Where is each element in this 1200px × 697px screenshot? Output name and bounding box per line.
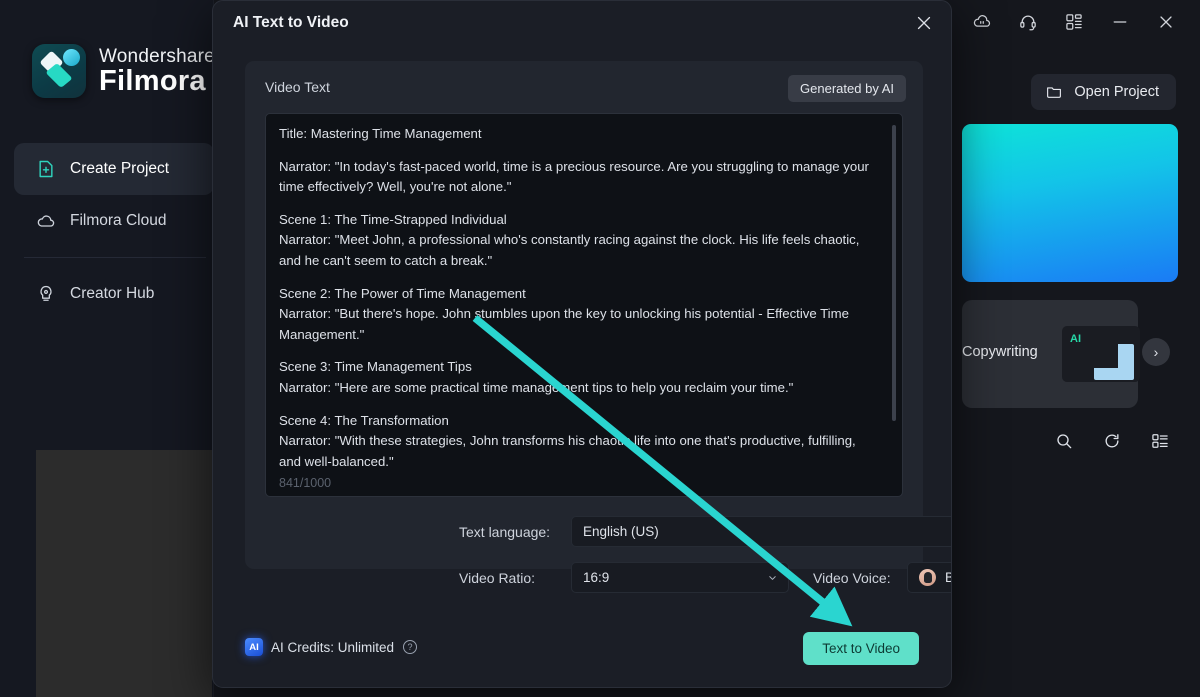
video-ratio-select[interactable]: 16:9 bbox=[571, 562, 789, 593]
close-icon[interactable] bbox=[913, 12, 935, 34]
dialog-title: AI Text to Video bbox=[233, 14, 349, 31]
creator-hub-icon bbox=[40, 285, 52, 301]
video-voice-field: Video Voice: Bella bbox=[813, 562, 951, 593]
dialog-footer: AI AI Credits: Unlimited ? Text to Video bbox=[213, 609, 951, 687]
brand-product-name: Filmora bbox=[99, 64, 206, 97]
scrollbar-thumb[interactable] bbox=[892, 125, 896, 421]
sidebar-item-create-project[interactable]: Create Project bbox=[14, 143, 214, 195]
panel-header: Video Text Generated by AI bbox=[245, 61, 923, 113]
text-language-field: Text language: English (US) bbox=[459, 516, 951, 547]
script-block: Title: Mastering Time Management bbox=[279, 124, 876, 145]
brand-logo-block: Wondershare Filmora bbox=[32, 44, 215, 98]
script-line: Narrator: "In today's fast-paced world, … bbox=[279, 158, 869, 195]
apps-grid-icon[interactable] bbox=[1064, 12, 1084, 32]
script-line: Scene 3: Time Management Tips bbox=[279, 359, 472, 375]
script-line: Scene 4: The Transformation bbox=[279, 412, 449, 428]
script-line: Narrator: "But there's hope. John stumbl… bbox=[279, 306, 849, 342]
filmora-logo-icon bbox=[32, 44, 86, 98]
script-line: Scene 2: The Power of Time Management bbox=[279, 285, 526, 301]
promo-ai-badge: AI bbox=[1070, 333, 1081, 345]
close-window-icon[interactable] bbox=[1156, 12, 1176, 32]
script-line: Narrator: "With these strategies, John t… bbox=[279, 433, 856, 469]
refresh-icon[interactable] bbox=[1102, 431, 1122, 451]
dialog-header: AI Text to Video bbox=[213, 1, 951, 47]
window-titlebar-controls bbox=[972, 0, 1200, 44]
script-block: Scene 3: Time Management Tips Narrator: "… bbox=[279, 357, 876, 398]
script-block: Scene 2: The Power of Time Management Nar… bbox=[279, 284, 876, 346]
video-voice-select[interactable]: Bella bbox=[907, 562, 951, 593]
script-line: Narrator: "Meet John, a professional who… bbox=[279, 232, 860, 268]
text-to-video-button[interactable]: Text to Video bbox=[803, 632, 919, 665]
script-block: Scene 4: The Transformation Narrator: "Wi… bbox=[279, 411, 876, 473]
ai-credits-label: AI Credits: Unlimited bbox=[271, 639, 395, 655]
promo-label: Copywriting bbox=[962, 344, 1038, 360]
sidebar-item-label: Creator Hub bbox=[70, 285, 155, 302]
script-line: Narrator: "Here are some practical time … bbox=[279, 379, 794, 395]
cloud-icon bbox=[37, 215, 55, 227]
sidebar-item-filmora-cloud[interactable]: Filmora Cloud bbox=[14, 195, 214, 247]
textarea-scrollbar[interactable] bbox=[892, 121, 896, 491]
script-line: Scene 1: The Time-Strapped Individual bbox=[279, 211, 507, 227]
carousel-next-button[interactable]: › bbox=[1142, 338, 1170, 366]
promo-thumbnail: AI bbox=[1062, 326, 1140, 382]
video-voice-label: Video Voice: bbox=[813, 569, 891, 586]
search-icon[interactable] bbox=[1054, 431, 1074, 451]
background-project-card bbox=[36, 450, 212, 697]
ai-text-to-video-dialog: AI Text to Video Video Text Generated by… bbox=[212, 0, 952, 688]
minimize-icon[interactable] bbox=[1110, 12, 1130, 32]
list-view-icon[interactable] bbox=[1150, 431, 1170, 451]
text-language-select[interactable]: English (US) bbox=[571, 516, 951, 547]
script-block: Scene 1: The Time-Strapped Individual Nar… bbox=[279, 210, 876, 272]
promo-copywriting-card[interactable]: Copywriting AI bbox=[962, 300, 1140, 408]
video-ratio-label: Video Ratio: bbox=[459, 569, 536, 586]
ai-credits-icon: AI bbox=[245, 638, 263, 656]
create-project-icon bbox=[39, 160, 53, 178]
character-counter: 841/1000 bbox=[279, 476, 332, 490]
sidebar-item-label: Filmora Cloud bbox=[70, 212, 167, 229]
chevron-down-icon bbox=[769, 575, 776, 580]
video-voice-value: Bella bbox=[945, 570, 951, 585]
help-icon[interactable]: ? bbox=[403, 640, 418, 654]
headset-support-icon[interactable] bbox=[1018, 12, 1038, 32]
video-text-textarea[interactable]: Title: Mastering Time Management Narrator… bbox=[265, 113, 903, 497]
script-line: Title: Mastering Time Management bbox=[279, 126, 482, 141]
video-ratio-field: Video Ratio: 16:9 bbox=[459, 562, 789, 593]
voice-avatar bbox=[919, 569, 936, 586]
library-toolbar bbox=[1054, 431, 1170, 451]
folder-icon bbox=[1047, 87, 1062, 98]
brand-company-name: Wondershare bbox=[99, 45, 215, 67]
video-ratio-value: 16:9 bbox=[583, 570, 610, 585]
text-language-label: Text language: bbox=[459, 523, 551, 540]
preview-gradient-card[interactable] bbox=[962, 124, 1178, 282]
cloud-upload-icon[interactable] bbox=[972, 12, 992, 32]
sidebar-item-creator-hub[interactable]: Creator Hub bbox=[14, 268, 214, 320]
script-content: Title: Mastering Time Management Narrator… bbox=[279, 124, 876, 484]
ai-credits-block: AI AI Credits: Unlimited ? bbox=[245, 638, 418, 656]
script-block: Narrator: "In today's fast-paced world, … bbox=[279, 157, 876, 198]
sidebar-nav: Create Project Filmora Cloud Creator Hub bbox=[14, 143, 214, 320]
sidebar-item-label: Create Project bbox=[70, 160, 170, 177]
screen: Wondershare Filmora Create Project Filmo… bbox=[0, 0, 1200, 697]
open-project-button[interactable]: Open Project bbox=[1031, 74, 1176, 110]
open-project-label: Open Project bbox=[1074, 84, 1159, 100]
generated-by-ai-badge[interactable]: Generated by AI bbox=[788, 75, 906, 102]
video-text-panel: Video Text Generated by AI Title: Master… bbox=[245, 61, 923, 569]
sidebar-divider bbox=[24, 257, 206, 258]
text-language-value: English (US) bbox=[583, 524, 659, 539]
video-text-label: Video Text bbox=[265, 79, 330, 95]
